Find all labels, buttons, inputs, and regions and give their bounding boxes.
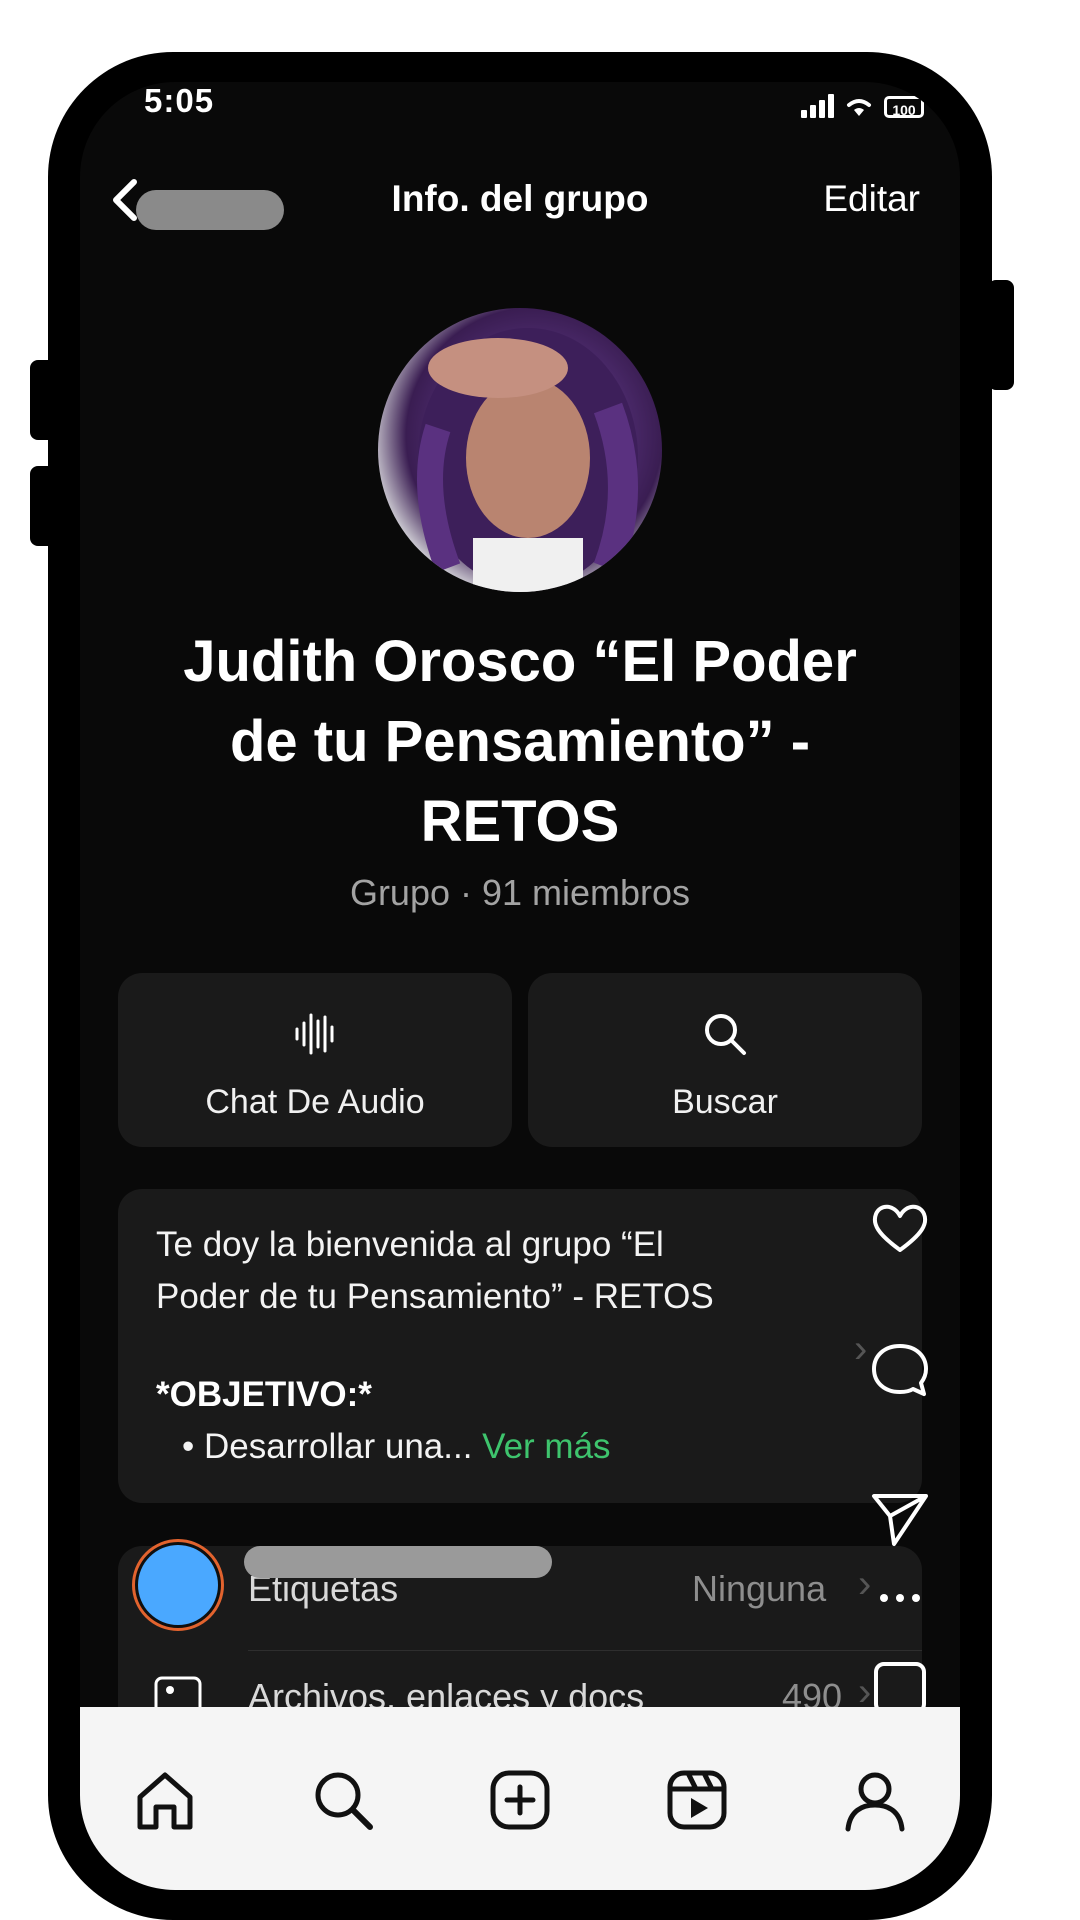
more-icon[interactable]	[876, 1590, 924, 1606]
search-button[interactable]: Buscar	[528, 973, 922, 1147]
list-item-value: Ninguna	[692, 1568, 827, 1609]
avatar[interactable]	[138, 1545, 218, 1625]
profile-icon[interactable]	[840, 1765, 910, 1835]
audio-wave-icon	[295, 1013, 334, 1055]
status-icons: 100	[801, 88, 924, 118]
bottom-nav	[80, 1707, 960, 1890]
send-icon[interactable]	[868, 1486, 932, 1550]
group-description-card[interactable]: Te doy la bienvenida al grupo “El Poder …	[118, 1189, 922, 1503]
audio-chat-label: Chat De Audio	[205, 1083, 425, 1121]
description-objective: *OBJETIVO:*	[156, 1375, 372, 1414]
search-icon	[705, 1014, 746, 1055]
status-time: 5:05	[144, 82, 215, 119]
search-icon[interactable]	[308, 1765, 378, 1835]
home-icon[interactable]	[130, 1765, 200, 1835]
group-name: Judith Orosco “El Poder de tu Pensamient…	[183, 629, 857, 854]
audio-chat-button[interactable]: Chat De Audio	[118, 973, 512, 1147]
list-divider	[248, 1650, 922, 1651]
group-meta: Grupo · 91 miembros	[349, 872, 691, 913]
avatar-portrait-icon	[417, 328, 638, 592]
description-bullet: • Desarrollar una... Ver más	[182, 1427, 611, 1467]
edit-button[interactable]: Editar	[823, 178, 920, 220]
wifi-icon	[847, 99, 871, 116]
chevron-right-icon: ›	[854, 1327, 868, 1371]
device-mockup: 5:05 100 Info. del grupo Editar Judith O…	[0, 0, 1080, 1920]
signal-icon	[801, 94, 834, 118]
chevron-right-icon: ›	[858, 1562, 872, 1606]
group-avatar[interactable]	[378, 308, 662, 592]
search-label: Buscar	[672, 1083, 778, 1121]
battery-icon: 100	[884, 96, 924, 118]
comment-icon[interactable]	[868, 1338, 932, 1402]
see-more-link[interactable]: Ver más	[482, 1427, 610, 1466]
phone-screen: 5:05 100 Info. del grupo Editar Judith O…	[80, 82, 960, 1890]
heart-icon[interactable]	[868, 1196, 932, 1260]
reels-icon[interactable]	[662, 1765, 732, 1835]
username-redacted	[244, 1546, 552, 1578]
description-text: Te doy la bienvenida al grupo “El Poder …	[156, 1225, 714, 1316]
description-bullet-text: • Desarrollar una...	[182, 1427, 483, 1466]
create-icon[interactable]	[485, 1765, 555, 1835]
